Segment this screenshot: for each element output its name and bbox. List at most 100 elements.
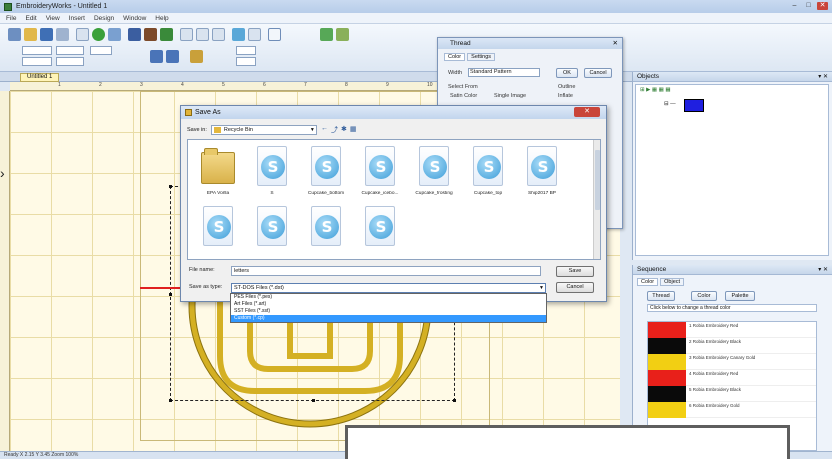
ruler-mark: 4: [181, 82, 184, 88]
distribute-icon[interactable]: [166, 50, 179, 63]
width-select[interactable]: Standard Pattern: [468, 68, 540, 77]
frame-icon[interactable]: [268, 28, 281, 41]
save-in-select[interactable]: Recycle Bin ▼: [210, 125, 317, 135]
list-item[interactable]: 6 Robia Embroidery Gold: [648, 402, 816, 418]
panel-close-icon[interactable]: ▾ ✕: [818, 265, 828, 275]
width-field[interactable]: [22, 46, 52, 55]
shape-icon[interactable]: [248, 28, 261, 41]
menu-design[interactable]: Design: [94, 15, 114, 22]
new-icon[interactable]: [8, 28, 21, 41]
document-icon: S: [365, 206, 395, 246]
height-field[interactable]: [56, 46, 84, 55]
file-item[interactable]: S: [354, 206, 406, 251]
file-item[interactable]: S Cupcake_bottom: [300, 146, 352, 196]
single-image-option[interactable]: Single Image: [494, 93, 526, 99]
menu-window[interactable]: Window: [123, 15, 146, 22]
view-menu-icon[interactable]: ▦: [350, 125, 357, 135]
scale-field[interactable]: [90, 46, 112, 55]
file-item[interactable]: S S: [246, 146, 298, 196]
skew-field[interactable]: [236, 57, 256, 66]
dropdown-option[interactable]: Art Files (*.art): [231, 301, 546, 308]
resize-handle[interactable]: [169, 293, 172, 296]
file-name-input[interactable]: letters: [231, 266, 541, 276]
resize-handle[interactable]: [453, 399, 456, 402]
menu-file[interactable]: File: [6, 15, 16, 22]
close-icon[interactable]: ✕: [613, 38, 618, 49]
object-tree[interactable]: ⊞ ▶ ▦ ▦ ▦ ⊟ —: [635, 84, 829, 256]
align-icon[interactable]: [150, 50, 163, 63]
new-folder-icon[interactable]: ✱: [341, 125, 347, 135]
file-item[interactable]: S: [300, 206, 352, 251]
dropdown-option-selected[interactable]: Custom (*.cp): [231, 315, 546, 322]
menu-edit[interactable]: Edit: [25, 15, 36, 22]
maximize-icon[interactable]: □: [803, 2, 814, 10]
tab-color[interactable]: Color: [444, 53, 466, 61]
satin-color-option[interactable]: Satin Color: [450, 93, 477, 99]
save-icon[interactable]: [40, 28, 53, 41]
menu-insert[interactable]: Insert: [69, 15, 85, 22]
ok-button[interactable]: OK: [556, 68, 578, 78]
tab-object[interactable]: Object: [660, 278, 685, 286]
file-item[interactable]: S: [192, 206, 244, 251]
list-item[interactable]: 2 Robia Embroidery Black: [648, 338, 816, 354]
file-item[interactable]: S: [246, 206, 298, 251]
dropdown-option[interactable]: SST Files (*.sst): [231, 308, 546, 315]
resize-handle[interactable]: [169, 399, 172, 402]
color-icon[interactable]: [320, 28, 333, 41]
file-list-scrollbar[interactable]: [593, 140, 600, 259]
thread-button[interactable]: Thread: [647, 291, 675, 301]
list-item[interactable]: 4 Robia Embroidery Red: [648, 370, 816, 386]
save-type-dropdown[interactable]: PES Files (*.pes) Art Files (*.art) SST …: [230, 293, 547, 323]
open-icon[interactable]: [24, 28, 37, 41]
dropdown-option[interactable]: PES Files (*.pes): [231, 294, 546, 301]
up-folder-icon[interactable]: ⤴: [331, 125, 338, 135]
group-icon[interactable]: [190, 50, 203, 63]
panel-close-icon[interactable]: ▾ ✕: [818, 72, 828, 82]
cancel-button[interactable]: Cancel: [584, 68, 612, 78]
node-icon[interactable]: [196, 28, 209, 41]
close-icon[interactable]: ✕: [574, 107, 600, 117]
undo-icon[interactable]: [76, 28, 89, 41]
object-thumbnail[interactable]: [684, 99, 704, 112]
grid-icon[interactable]: [160, 28, 173, 41]
x-field[interactable]: [22, 57, 52, 66]
stitch-icon[interactable]: [232, 28, 245, 41]
palette-icon[interactable]: [336, 28, 349, 41]
y-field[interactable]: [56, 57, 84, 66]
file-item[interactable]: S Cupcake_frosting: [408, 146, 460, 196]
angle-field[interactable]: [236, 46, 256, 55]
resize-handle[interactable]: [169, 185, 172, 188]
menu-help[interactable]: Help: [155, 15, 168, 22]
zoom-icon[interactable]: [108, 28, 121, 41]
list-item[interactable]: 3 Robia Embroidery Canary Gold: [648, 354, 816, 370]
tree-toolbar-icons[interactable]: ⊞ ▶ ▦ ▦ ▦: [640, 87, 671, 93]
save-button[interactable]: Save: [556, 266, 594, 277]
menu-view[interactable]: View: [46, 15, 60, 22]
minimize-icon[interactable]: –: [789, 2, 800, 10]
tree-node-icon[interactable]: ⊟ —: [664, 101, 676, 107]
file-item[interactable]: S Ship2017 BP: [516, 146, 568, 196]
file-item[interactable]: S Cupcake_icebo...: [354, 146, 406, 196]
play-icon[interactable]: [92, 28, 105, 41]
document-tab[interactable]: Untitled 1: [20, 73, 60, 82]
file-item[interactable]: S Cupcake_top: [462, 146, 514, 196]
select-icon[interactable]: [180, 28, 193, 41]
close-icon[interactable]: ✕: [817, 2, 828, 10]
text-icon[interactable]: [212, 28, 225, 41]
file-list[interactable]: EPA Vorlla S S S Cupcake_bottom S Cupcak…: [187, 139, 601, 260]
scroll-thumb[interactable]: [595, 150, 600, 210]
cancel-button[interactable]: Cancel: [556, 282, 594, 293]
hoop-icon[interactable]: [128, 28, 141, 41]
tab-settings[interactable]: Settings: [467, 53, 496, 61]
list-item[interactable]: 1 Robia Embroidery Red: [648, 322, 816, 338]
print-icon[interactable]: [56, 28, 69, 41]
folder-item[interactable]: EPA Vorlla: [192, 146, 244, 196]
palette-button[interactable]: Palette: [725, 291, 755, 301]
save-type-select[interactable]: ST-DOS Files (*.dst) ▼: [231, 283, 546, 293]
tab-color[interactable]: Color: [637, 278, 659, 286]
color-button[interactable]: Color: [691, 291, 717, 301]
resize-handle[interactable]: [312, 399, 315, 402]
list-item[interactable]: 5 Robia Embroidery Black: [648, 386, 816, 402]
back-icon[interactable]: ←: [321, 125, 328, 135]
image-icon[interactable]: [144, 28, 157, 41]
